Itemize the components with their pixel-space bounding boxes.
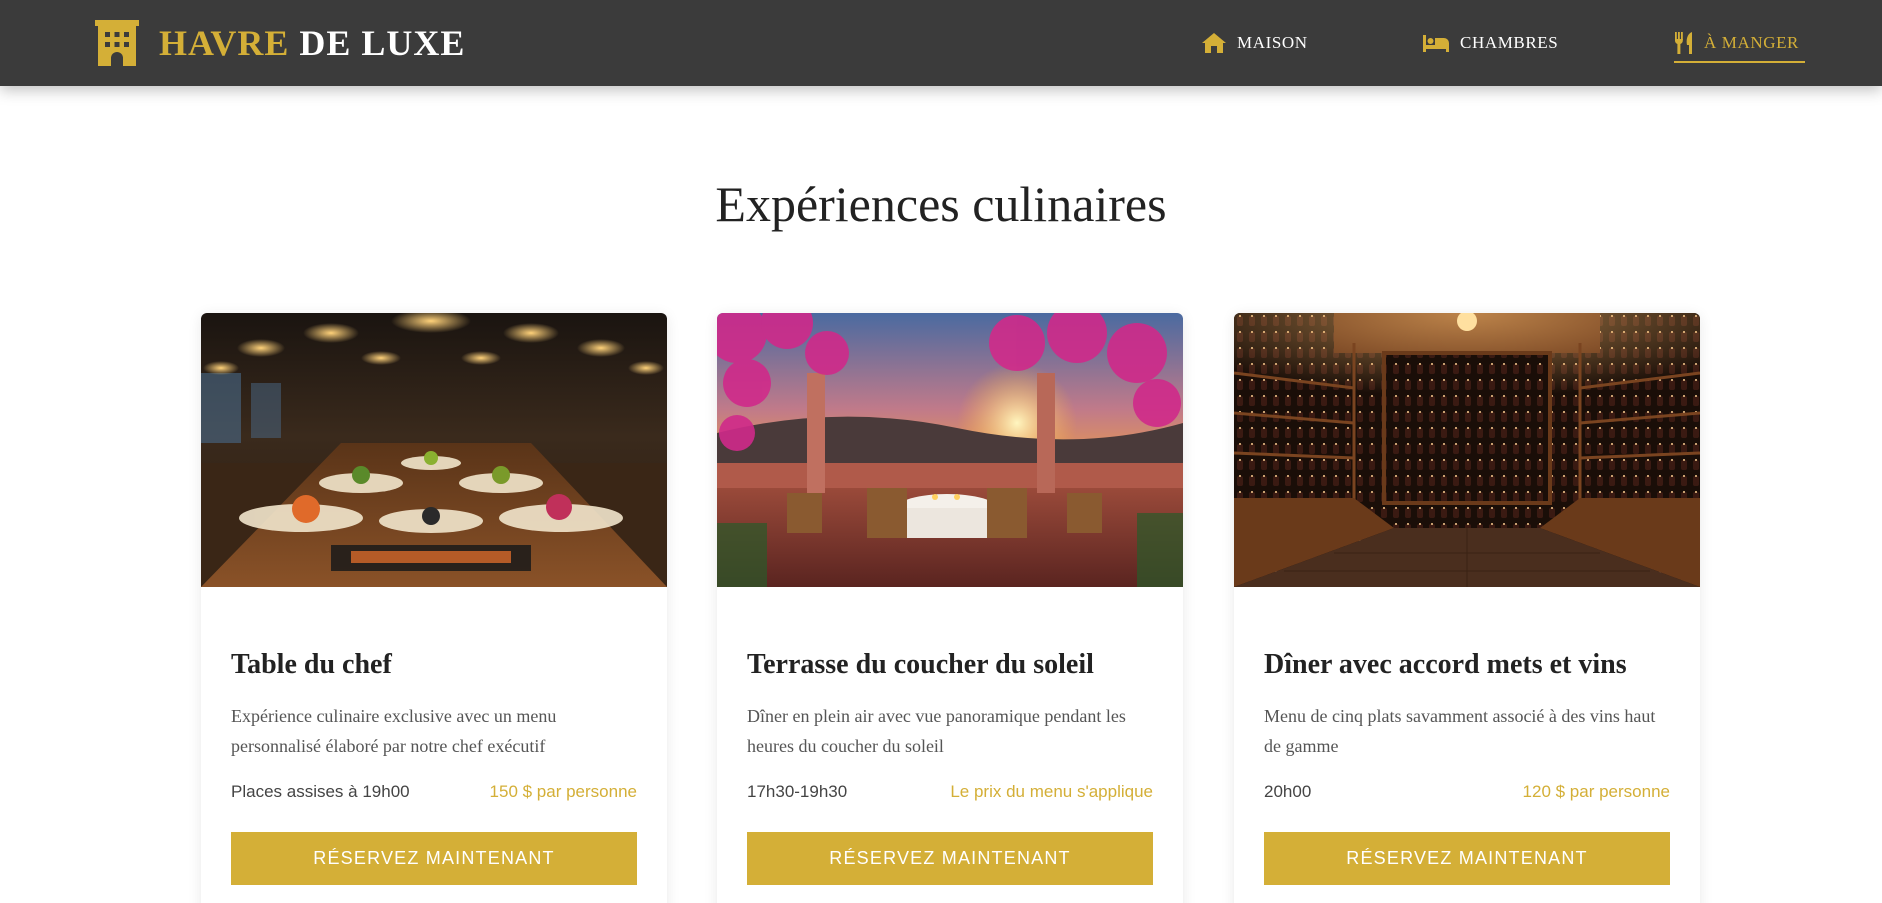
card-price: 150 $ par personne — [489, 782, 637, 801]
sunset-terrace-photo — [717, 313, 1183, 587]
card-meta: 17h30-19h30 Le prix du menu s'applique — [747, 779, 1153, 805]
reserve-button[interactable]: RÉSERVEZ MAINTENANT — [231, 832, 637, 885]
card-description: Expérience culinaire exclusive avec un m… — [231, 706, 557, 756]
brand-logo[interactable]: HAVRE DE LUXE — [95, 20, 465, 66]
nav-item-chambres[interactable]: CHAMBRES — [1422, 28, 1558, 58]
brand-name-part2: DE LUXE — [299, 23, 466, 63]
home-icon — [1202, 33, 1226, 53]
card-time: Places assises à 19h00 — [231, 782, 410, 801]
card-description: Menu de cinq plats savamment associé à d… — [1264, 706, 1656, 756]
card-time: 17h30-19h30 — [747, 782, 848, 801]
reserve-button[interactable]: RÉSERVEZ MAINTENANT — [747, 832, 1153, 885]
card-price: Le prix du menu s'applique — [950, 782, 1153, 801]
card-price: 120 $ par personne — [1522, 782, 1670, 801]
chef-table-photo — [201, 313, 667, 587]
card-meta: Places assises à 19h00 150 $ par personn… — [231, 779, 637, 805]
dining-card-wine-pairing: Dîner avec accord mets et vins Menu de c… — [1234, 313, 1700, 903]
wine-cellar-photo — [1234, 313, 1700, 587]
nav-item-label: CHAMBRES — [1460, 33, 1559, 52]
card-title: Dîner avec accord mets et vins — [1264, 649, 1627, 680]
dining-card-sunset-terrace: Terrasse du coucher du soleil Dîner en p… — [717, 313, 1183, 903]
card-time: 20h00 — [1264, 782, 1312, 801]
brand-name: HAVRE DE LUXE — [159, 20, 465, 66]
active-nav-underline — [1674, 61, 1805, 63]
brand-name-part1: HAVRE — [159, 23, 290, 63]
nav-item-label: À MANGER — [1704, 33, 1799, 52]
card-title: Table du chef — [231, 649, 392, 680]
nav-item-maison[interactable]: MAISON — [1201, 28, 1308, 58]
card-meta: 20h00 120 $ par personne — [1264, 779, 1670, 805]
dining-card-chef-table: Table du chef Expérience culinaire exclu… — [201, 313, 667, 903]
utensils-icon — [1675, 32, 1692, 54]
card-description: Dîner en plein air avec vue panoramique … — [747, 706, 1126, 756]
card-title: Terrasse du coucher du soleil — [747, 649, 1094, 680]
page-title: Expériences culinaires — [715, 176, 1167, 232]
bed-icon — [1423, 35, 1449, 52]
nav-item-label: MAISON — [1237, 33, 1308, 52]
hotel-building-icon — [95, 20, 139, 66]
nav-item-a-manger[interactable]: À MANGER — [1674, 28, 1799, 58]
top-navigation-bar: HAVRE DE LUXE MAISON CHAMBRES À MANGER — [0, 0, 1882, 86]
reserve-button[interactable]: RÉSERVEZ MAINTENANT — [1264, 832, 1670, 885]
